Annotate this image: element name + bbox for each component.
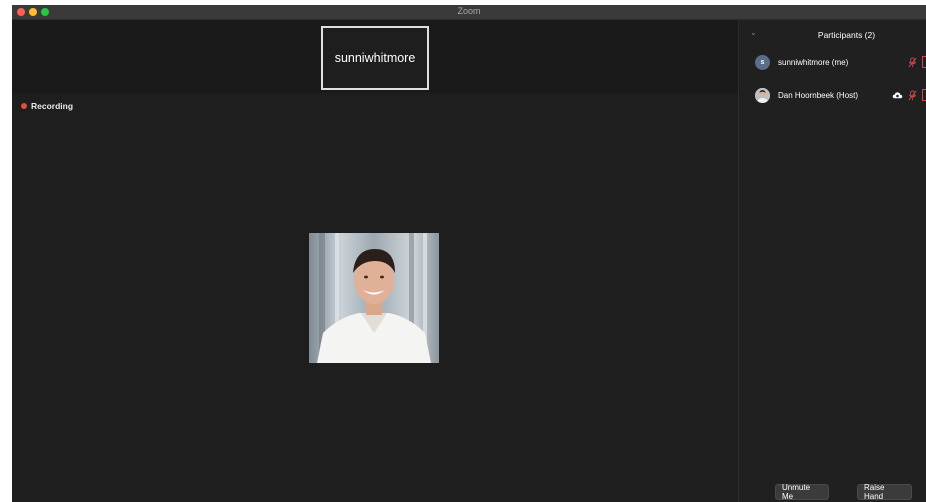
raise-hand-label: Raise Hand: [864, 483, 885, 501]
meeting-view: sunniwhitmore Recording: [12, 20, 738, 502]
raise-hand-button[interactable]: Raise Hand: [857, 483, 912, 501]
video-off-icon[interactable]: [922, 89, 926, 101]
avatar: [755, 87, 770, 103]
avatar-initial: s: [760, 58, 765, 66]
window-title: Zoom: [457, 6, 481, 16]
active-speaker-photo: [309, 233, 439, 363]
recording-indicator: Recording: [21, 101, 73, 111]
cloud-recording-icon: [892, 91, 903, 98]
thumbnail-strip: sunniwhitmore: [12, 20, 738, 93]
title-bar: Zoom: [12, 5, 926, 20]
participant-name: sunniwhitmore (me): [778, 57, 849, 67]
recording-label: Recording: [31, 101, 74, 111]
host-avatar-photo: [755, 87, 770, 103]
recording-dot-icon: [21, 103, 27, 109]
participant-row-host[interactable]: Dan Hoornbeek (Host): [755, 86, 926, 104]
participant-tile[interactable]: sunniwhitmore: [321, 26, 429, 90]
mic-muted-icon[interactable]: [907, 56, 918, 68]
mic-muted-icon[interactable]: [907, 89, 918, 101]
avatar: s: [755, 54, 770, 70]
participants-title: Participants (2): [817, 30, 876, 40]
host-profile-photo: [309, 233, 439, 363]
participant-status-icons: [892, 89, 926, 101]
zoom-window: Zoom sunniwhitmore Recording ⌄ Participa…: [12, 5, 926, 502]
participants-panel: ⌄ Participants (2) s sunniwhitmore (me): [739, 20, 926, 502]
video-off-icon[interactable]: [922, 56, 926, 68]
participant-tile-name: sunniwhitmore: [334, 51, 416, 65]
participant-status-icons: [903, 56, 926, 68]
unmute-me-button[interactable]: Unmute Me: [775, 483, 829, 501]
unmute-me-label: Unmute Me: [782, 483, 811, 501]
participant-name: Dan Hoornbeek (Host): [778, 90, 859, 100]
participant-row-me[interactable]: s sunniwhitmore (me): [755, 53, 926, 71]
